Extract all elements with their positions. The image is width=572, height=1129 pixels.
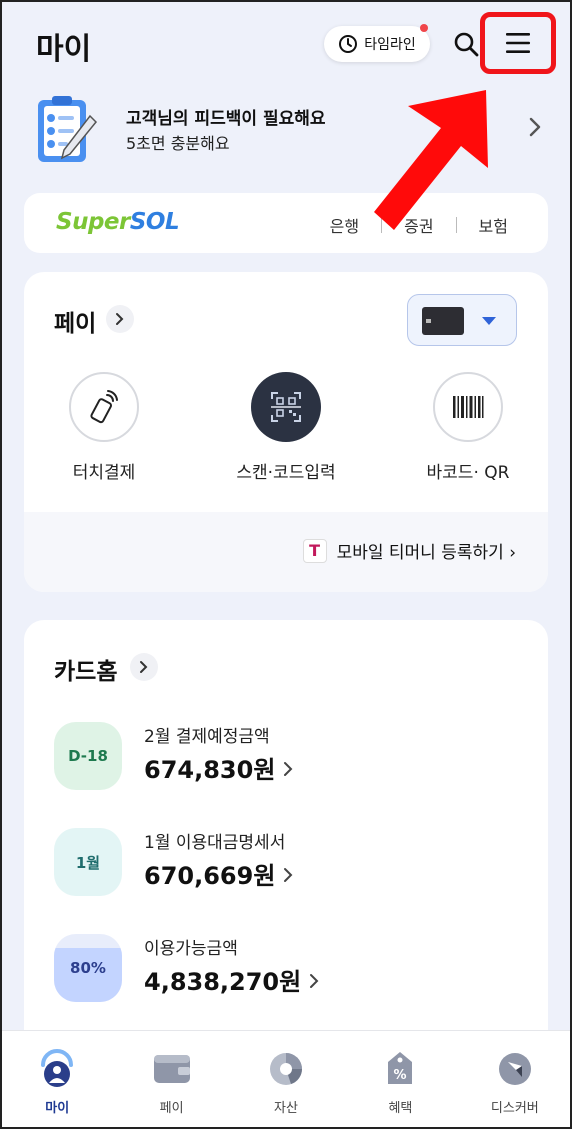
tmoney-register-link[interactable]: T 모바일 티머니 등록하기 › bbox=[302, 538, 516, 563]
statement-row[interactable]: 1월 1월 이용대금명세서 670,669원 bbox=[54, 828, 514, 898]
row-label: 1월 이용대금명세서 bbox=[144, 833, 286, 853]
supersol-logo[interactable]: SuperSOL bbox=[56, 209, 180, 235]
tmoney-logo-icon: T bbox=[302, 538, 327, 563]
tmoney-label: 모바일 티머니 등록하기 › bbox=[336, 543, 516, 563]
pay-card: 페이 터치결제 스캔·코드입력 바코드· QR T 모바일 티머니 등록하기 › bbox=[24, 272, 548, 592]
benefit-tag-icon: % bbox=[380, 1049, 420, 1089]
qr-scan-button[interactable]: 스캔·코드입력 bbox=[206, 372, 366, 483]
badge-text: D-18 bbox=[68, 747, 108, 765]
row-amount: 670,669원 bbox=[144, 856, 293, 891]
badge-text: 1월 bbox=[75, 853, 101, 872]
qr-scan-label: 스캔·코드입력 bbox=[236, 463, 336, 483]
amount-value: 674,830원 bbox=[144, 756, 276, 784]
card-selector-dropdown[interactable] bbox=[407, 294, 517, 346]
link-bank[interactable]: 은행 bbox=[330, 213, 359, 237]
cardhome-more-button[interactable] bbox=[130, 653, 158, 681]
touch-pay-label: 터치결제 bbox=[72, 463, 136, 483]
card-home-section: 카드홈 D-18 2월 결제예정금액 674,830원 1월 1월 이용대금명세… bbox=[24, 620, 548, 1040]
touch-pay-icon bbox=[69, 372, 139, 442]
search-icon[interactable] bbox=[452, 30, 480, 58]
timeline-label: 타임라인 bbox=[364, 37, 416, 53]
caret-down-icon bbox=[482, 317, 496, 325]
tmoney-strip: T 모바일 티머니 등록하기 › bbox=[24, 512, 548, 592]
chevron-right-icon bbox=[140, 661, 148, 673]
bottom-navigation: 마이 페이 자산 % 혜택 디스커버 bbox=[0, 1030, 572, 1129]
card-thumbnail bbox=[422, 307, 464, 335]
logo-sol: SOL bbox=[129, 209, 180, 235]
usage-percent-badge: 80% bbox=[54, 934, 122, 1002]
qr-scan-icon bbox=[251, 372, 321, 442]
row-amount: 674,830원 bbox=[144, 750, 293, 785]
nav-label: 마이 bbox=[45, 1101, 70, 1116]
cardhome-title[interactable]: 카드홈 bbox=[54, 652, 117, 686]
red-arrow-annotation bbox=[374, 90, 488, 230]
chevron-right-icon bbox=[284, 761, 293, 776]
nav-label: 디스커버 bbox=[490, 1101, 539, 1116]
hamburger-icon bbox=[506, 33, 530, 53]
badge-text: 80% bbox=[70, 959, 106, 977]
nav-benefits[interactable]: % 혜택 bbox=[343, 1031, 457, 1129]
feedback-subtitle: 5초면 충분해요 bbox=[126, 134, 230, 153]
feedback-title: 고객님의 피드백이 필요해요 bbox=[126, 109, 326, 129]
svg-text:%: % bbox=[394, 1068, 407, 1083]
header: 마이 타임라인 bbox=[0, 0, 572, 90]
logo-super: Super bbox=[56, 209, 130, 235]
chevron-right-icon bbox=[529, 117, 541, 137]
row-label: 2월 결제예정금액 bbox=[144, 727, 270, 747]
hamburger-menu-button[interactable] bbox=[480, 12, 556, 74]
nav-my[interactable]: 마이 bbox=[0, 1031, 114, 1129]
barcode-button[interactable]: 바코드· QR bbox=[388, 372, 548, 483]
nav-label: 혜택 bbox=[388, 1101, 413, 1116]
timeline-button[interactable]: 타임라인 bbox=[324, 24, 430, 62]
clock-icon bbox=[339, 35, 358, 53]
d-day-badge: D-18 bbox=[54, 722, 122, 790]
chevron-right-icon bbox=[310, 973, 319, 988]
discover-compass-icon bbox=[495, 1049, 535, 1089]
barcode-label: 바코드· QR bbox=[426, 463, 510, 483]
amount-value: 670,669원 bbox=[144, 862, 276, 890]
survey-clipboard-icon bbox=[38, 96, 98, 162]
nav-discover[interactable]: 디스커버 bbox=[458, 1031, 572, 1129]
available-limit-row[interactable]: 80% 이용가능금액 4,838,270원 bbox=[54, 934, 514, 1004]
row-amount: 4,838,270원 bbox=[144, 962, 319, 997]
pay-more-button[interactable] bbox=[106, 305, 134, 333]
amount-value: 4,838,270원 bbox=[144, 968, 302, 996]
chevron-right-icon bbox=[284, 867, 293, 882]
wallet-icon bbox=[152, 1049, 192, 1089]
asset-chart-icon bbox=[266, 1049, 306, 1089]
payment-due-row[interactable]: D-18 2월 결제예정금액 674,830원 bbox=[54, 722, 514, 792]
nav-assets[interactable]: 자산 bbox=[229, 1031, 343, 1129]
nav-pay[interactable]: 페이 bbox=[114, 1031, 228, 1129]
barcode-icon bbox=[433, 372, 503, 442]
page-title: 마이 bbox=[36, 32, 92, 67]
touch-pay-button[interactable]: 터치결제 bbox=[24, 372, 184, 483]
chevron-right-icon bbox=[116, 313, 124, 325]
row-label: 이용가능금액 bbox=[144, 939, 238, 959]
my-icon bbox=[37, 1049, 77, 1089]
nav-label: 자산 bbox=[274, 1101, 298, 1116]
month-badge: 1월 bbox=[54, 828, 122, 896]
nav-label: 페이 bbox=[159, 1101, 184, 1116]
pay-title[interactable]: 페이 bbox=[54, 304, 96, 338]
notification-dot bbox=[420, 24, 428, 32]
